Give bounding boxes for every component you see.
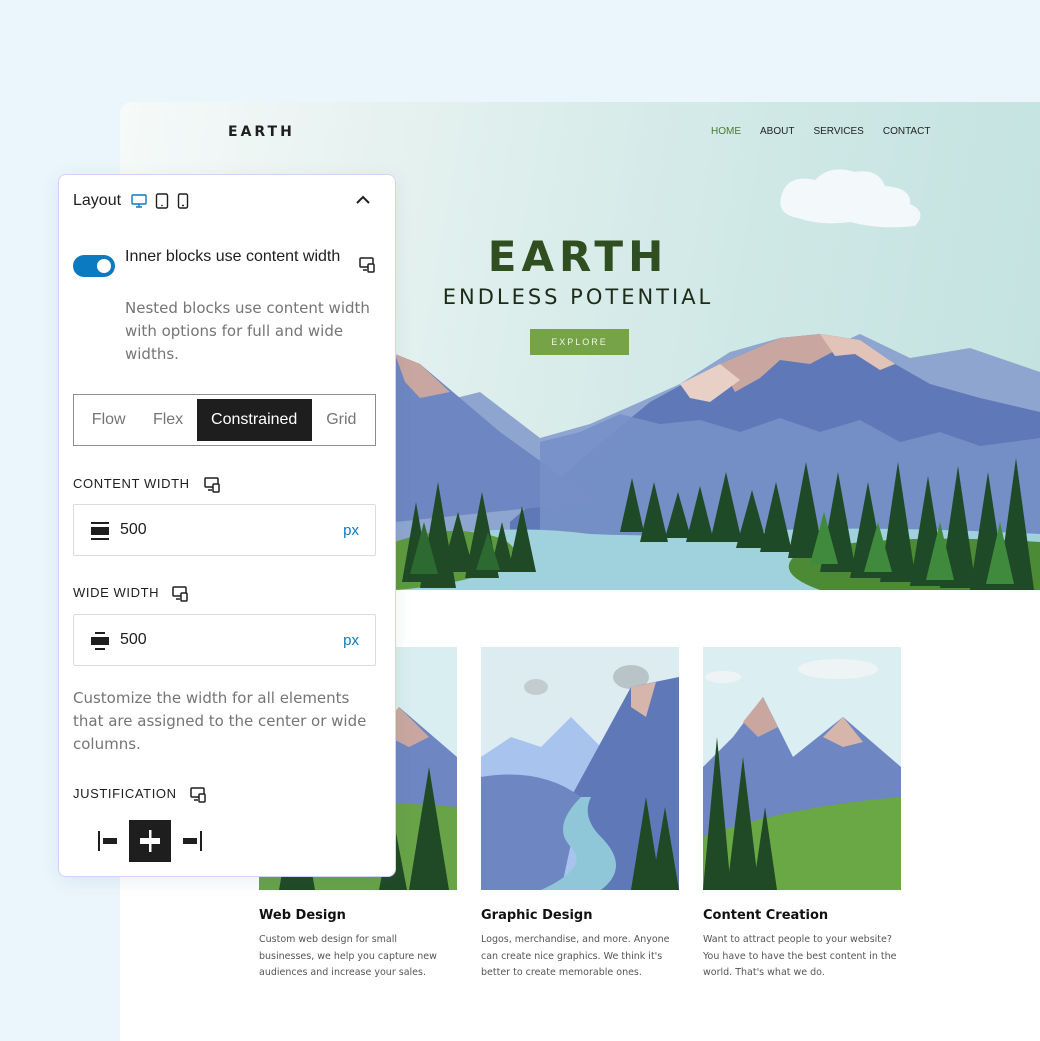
layout-option-grid[interactable]: Grid — [312, 399, 371, 441]
layout-settings-panel: Layout Inner blocks use content width Ne… — [58, 174, 396, 877]
wide-width-unit[interactable]: px — [343, 632, 359, 649]
nav-home[interactable]: HOME — [711, 126, 741, 137]
justify-right-icon — [183, 831, 202, 851]
nav-about[interactable]: ABOUT — [760, 126, 794, 137]
explore-button[interactable]: EXPLORE — [530, 329, 629, 355]
service-card-graphic-design: Graphic Design Logos, merchandise, and m… — [481, 647, 679, 982]
layout-option-flow[interactable]: Flow — [78, 399, 139, 441]
justify-right-button[interactable] — [171, 820, 213, 862]
wide-width-value: 500 — [120, 631, 147, 648]
wide-width-label: WIDE WIDTH — [73, 585, 160, 600]
nav-services[interactable]: SERVICES — [813, 126, 863, 137]
layout-option-constrained[interactable]: Constrained — [196, 399, 312, 441]
card-image — [481, 647, 679, 890]
responsive-icon[interactable] — [204, 477, 222, 493]
card-text: Want to attract people to your website? … — [703, 934, 897, 978]
responsive-icon[interactable] — [190, 787, 208, 803]
width-help-text: Customize the width for all elements tha… — [73, 689, 367, 753]
panel-header: Layout — [73, 192, 197, 210]
justify-left-icon — [98, 831, 117, 851]
responsive-icon[interactable] — [359, 257, 377, 273]
toggle-help-text: Nested blocks use content width with opt… — [125, 299, 370, 363]
desktop-icon[interactable] — [131, 194, 147, 208]
card-image — [703, 647, 901, 890]
content-width-icon — [90, 521, 110, 546]
content-width-unit[interactable]: px — [343, 522, 359, 539]
mobile-icon[interactable] — [177, 193, 189, 209]
content-width-label: CONTENT WIDTH — [73, 476, 190, 491]
card-text: Custom web design for small businesses, … — [259, 934, 437, 978]
site-nav: HOME ABOUT SERVICES CONTACT — [711, 126, 930, 137]
wide-width-input[interactable]: 500 px — [73, 614, 376, 666]
card-title: Web Design — [259, 908, 346, 923]
nav-contact[interactable]: CONTACT — [883, 126, 931, 137]
wide-width-icon — [90, 631, 110, 656]
toggle-label: Inner blocks use content width — [125, 248, 341, 265]
toggle-knob — [97, 259, 111, 273]
responsive-icon[interactable] — [172, 586, 190, 602]
inner-blocks-toggle[interactable] — [73, 255, 115, 277]
service-card-content-creation: Content Creation Want to attract people … — [703, 647, 901, 982]
site-logo[interactable]: EARTH — [228, 124, 295, 140]
card-title: Content Creation — [703, 908, 829, 923]
justify-center-button[interactable] — [129, 820, 171, 862]
justify-left-button[interactable] — [87, 820, 129, 862]
card-text: Logos, merchandise, and more. Anyone can… — [481, 934, 670, 978]
content-width-input[interactable]: 500 px — [73, 504, 376, 556]
card-title: Graphic Design — [481, 908, 593, 923]
content-width-value: 500 — [120, 521, 147, 538]
justification-label: JUSTIFICATION — [73, 786, 177, 801]
panel-title: Layout — [73, 192, 122, 209]
layout-option-flex[interactable]: Flex — [139, 399, 196, 441]
justification-buttons — [87, 820, 213, 862]
tablet-icon[interactable] — [155, 193, 169, 209]
collapse-chevron-up-icon[interactable] — [355, 193, 371, 211]
justify-center-icon — [140, 830, 160, 852]
layout-type-selector: Flow Flex Constrained Grid — [73, 394, 376, 446]
